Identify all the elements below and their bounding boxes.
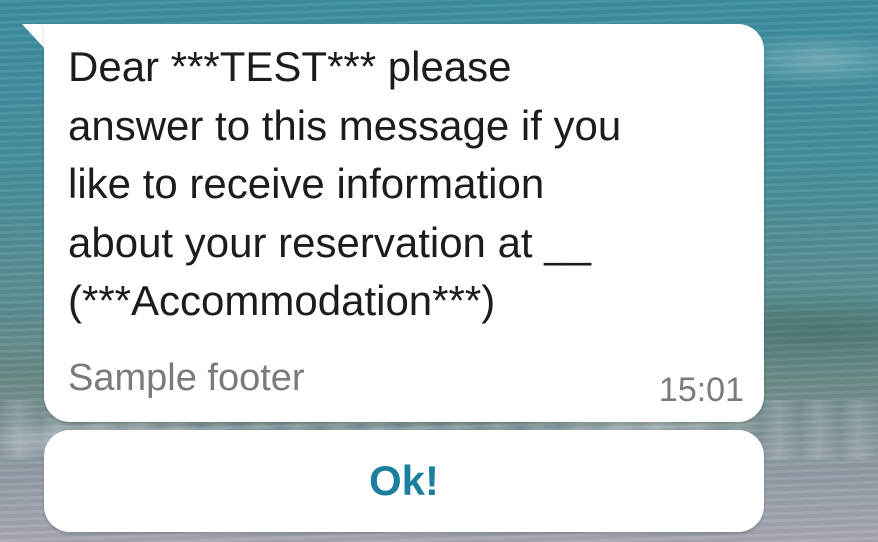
message-footer: Sample footer <box>68 357 305 399</box>
quick-reply-ok-button[interactable]: Ok! <box>44 430 764 532</box>
message-bubble-tail <box>22 24 46 50</box>
message-bubble: Dear ***TEST*** please answer to this me… <box>44 24 764 422</box>
message-text: Dear ***TEST*** please answer to this me… <box>68 43 622 324</box>
message-timestamp: 15:01 <box>658 371 744 409</box>
quick-reply-label: Ok! <box>368 457 439 504</box>
